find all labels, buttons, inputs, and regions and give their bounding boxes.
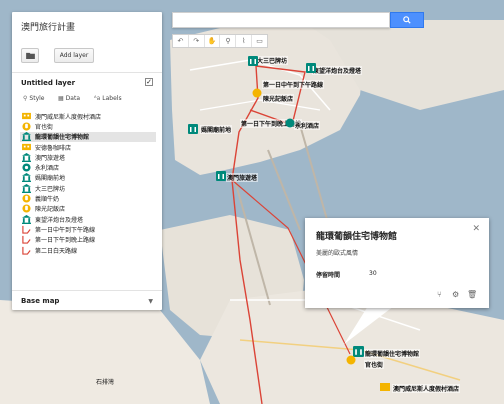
route-to-icon[interactable]: ⑂ bbox=[437, 290, 442, 299]
star-marker-icon[interactable] bbox=[285, 118, 295, 128]
layer-item-label: 第二日白天路線 bbox=[35, 247, 78, 255]
route-icon bbox=[22, 235, 31, 244]
museum-icon bbox=[22, 183, 31, 193]
trash-icon[interactable]: 🗑 bbox=[467, 290, 477, 299]
layer-item[interactable]: 龍環葡韻住宅博物館 bbox=[20, 131, 156, 142]
layer-item-label: 官也街 bbox=[35, 123, 54, 131]
map-toolbar: ↶ ↷ ✋ ⚲ ⌇ ▭ bbox=[172, 34, 268, 48]
redo-icon[interactable]: ↷ bbox=[189, 35, 205, 47]
map-marker-label: 永利酒店 bbox=[294, 121, 321, 130]
museum-icon bbox=[22, 132, 31, 142]
layer-item-label: 東望洋炮台及燈塔 bbox=[35, 216, 84, 224]
popup-field-key: 停留時間 bbox=[316, 272, 341, 279]
layer-item-label: 第一日下午到晚上路線 bbox=[35, 237, 96, 245]
hand-marker-icon[interactable] bbox=[252, 88, 262, 98]
divider bbox=[12, 290, 162, 291]
layer-item-label: 陳光記飯店 bbox=[35, 206, 66, 214]
star-icon bbox=[22, 163, 31, 172]
hand-icon bbox=[22, 122, 31, 131]
tab-style[interactable]: ⚲ Style bbox=[23, 95, 44, 102]
layer-item-label: 第一日中午到下午路線 bbox=[35, 226, 96, 234]
gear-icon[interactable]: ⚙ bbox=[452, 290, 459, 299]
layer-item-label: 媽閣廟前地 bbox=[35, 175, 66, 183]
map-marker-label: 大三巴牌坊 bbox=[256, 56, 289, 65]
marker-tool-icon[interactable]: ⚲ bbox=[220, 35, 237, 47]
search-button[interactable] bbox=[390, 12, 424, 28]
layer-visibility-checkbox[interactable]: ✓ bbox=[145, 78, 153, 86]
layer-item-label: 安德魯咖啡店 bbox=[35, 144, 72, 152]
layer-item[interactable]: 澳門旅遊塔 bbox=[20, 152, 156, 162]
layer-item[interactable]: 第一日中午到下午路線 bbox=[20, 224, 156, 234]
map-marker-label: 澳門旅遊塔 bbox=[226, 173, 259, 182]
museum-icon bbox=[22, 214, 31, 224]
text-icon: ᴬa bbox=[94, 95, 101, 102]
layer-item[interactable]: 官也街 bbox=[20, 121, 156, 131]
hand-icon bbox=[22, 204, 31, 213]
museum-marker-icon[interactable] bbox=[216, 171, 226, 181]
layer-item-list: 澳門威尼斯人度假村酒店 官也街龍環葡韻住宅博物館 安德魯咖啡店 澳門旅遊塔永利酒店媽閣… bbox=[20, 111, 156, 255]
layer-item-label: 永利酒店 bbox=[35, 165, 60, 173]
folder-icon bbox=[25, 52, 35, 59]
draw-line-icon[interactable]: ⌇ bbox=[236, 35, 253, 47]
museum-icon bbox=[22, 152, 31, 162]
layer-item[interactable]: 東望洋炮台及燈塔 bbox=[20, 214, 156, 224]
map-marker-label: 東望洋炮台及燈塔 bbox=[312, 66, 363, 75]
layer-item-label: 義順牛奶 bbox=[35, 196, 60, 204]
building-icon bbox=[22, 112, 31, 121]
paint-icon: ⚲ bbox=[23, 95, 28, 102]
map-marker-label: 陳光記飯店 bbox=[262, 94, 295, 103]
hand-icon bbox=[22, 194, 31, 203]
layer-title[interactable]: Untitled layer bbox=[21, 79, 75, 87]
layer-item[interactable]: 永利酒店 bbox=[20, 162, 156, 172]
layer-item[interactable]: 媽閣廟前地 bbox=[20, 173, 156, 183]
layer-item-label: 澳門旅遊塔 bbox=[35, 154, 66, 162]
map-marker-label: 第一日中午到下午路線 bbox=[262, 80, 325, 89]
museum-marker-icon[interactable] bbox=[248, 56, 258, 66]
hand-marker-icon[interactable] bbox=[346, 355, 356, 365]
map-marker-label: 官也街 bbox=[364, 360, 385, 369]
chevron-down-icon[interactable]: ▼ bbox=[148, 298, 153, 305]
search-input[interactable] bbox=[172, 12, 390, 28]
undo-icon[interactable]: ↶ bbox=[173, 35, 189, 47]
route-icon bbox=[22, 225, 31, 234]
building-icon bbox=[22, 143, 31, 152]
open-folder-button[interactable] bbox=[21, 48, 39, 63]
hand-tool-icon[interactable]: ✋ bbox=[205, 35, 221, 47]
popup-field-value: 30 bbox=[369, 270, 377, 277]
layer-item-label: 澳門威尼斯人度假村酒店 bbox=[35, 113, 102, 121]
building-marker-icon[interactable] bbox=[380, 382, 390, 392]
table-icon: ▦ bbox=[58, 95, 64, 102]
museum-icon bbox=[22, 173, 31, 183]
museum-marker-icon[interactable] bbox=[188, 124, 198, 134]
add-layer-button[interactable]: Add layer bbox=[54, 48, 94, 63]
route-icon bbox=[22, 246, 31, 255]
measure-icon[interactable]: ▭ bbox=[252, 35, 267, 47]
layer-item[interactable]: 第一日下午到晚上路線 bbox=[20, 235, 156, 245]
map-title[interactable]: 澳門旅行計畫 bbox=[21, 20, 75, 33]
map-marker-label: 媽閣廟前地 bbox=[200, 125, 233, 134]
search-icon bbox=[403, 16, 411, 24]
museum-marker-icon[interactable] bbox=[306, 63, 316, 73]
popup-title: 龍環葡韻住宅博物館 bbox=[316, 232, 398, 242]
layer-item[interactable]: 義順牛奶 bbox=[20, 193, 156, 203]
layer-item-label: 大三巴牌坊 bbox=[35, 185, 66, 193]
base-map-section[interactable]: Base map bbox=[21, 297, 59, 305]
map-marker-label: 澳門威尼斯人度假村酒店 bbox=[392, 384, 461, 393]
layer-item[interactable]: 第二日白天路線 bbox=[20, 245, 156, 255]
layer-item[interactable]: 澳門威尼斯人度假村酒店 bbox=[20, 111, 156, 121]
map-place-label: 石排灣 bbox=[96, 379, 115, 386]
divider bbox=[12, 72, 162, 73]
layer-item-label: 龍環葡韻住宅博物館 bbox=[35, 134, 90, 142]
close-icon[interactable]: ✕ bbox=[472, 224, 480, 234]
map-marker-label: 龍環葡韻住宅博物館 bbox=[364, 349, 421, 358]
layer-item[interactable]: 大三巴牌坊 bbox=[20, 183, 156, 193]
layers-panel: 澳門旅行計畫 Add layer Untitled layer ✓ ⚲ Style… bbox=[12, 12, 162, 310]
layer-item[interactable]: 安德魯咖啡店 bbox=[20, 142, 156, 152]
info-popup: 龍環葡韻住宅博物館 ✕ 美麗的歐式風情 停留時間 30 ⑂ ⚙ 🗑 bbox=[305, 218, 489, 308]
popup-description: 美麗的歐式風情 bbox=[316, 250, 359, 257]
tab-data[interactable]: ▦ Data bbox=[58, 95, 80, 102]
layer-item[interactable]: 陳光記飯店 bbox=[20, 204, 156, 214]
tab-labels[interactable]: ᴬa Labels bbox=[94, 95, 122, 102]
